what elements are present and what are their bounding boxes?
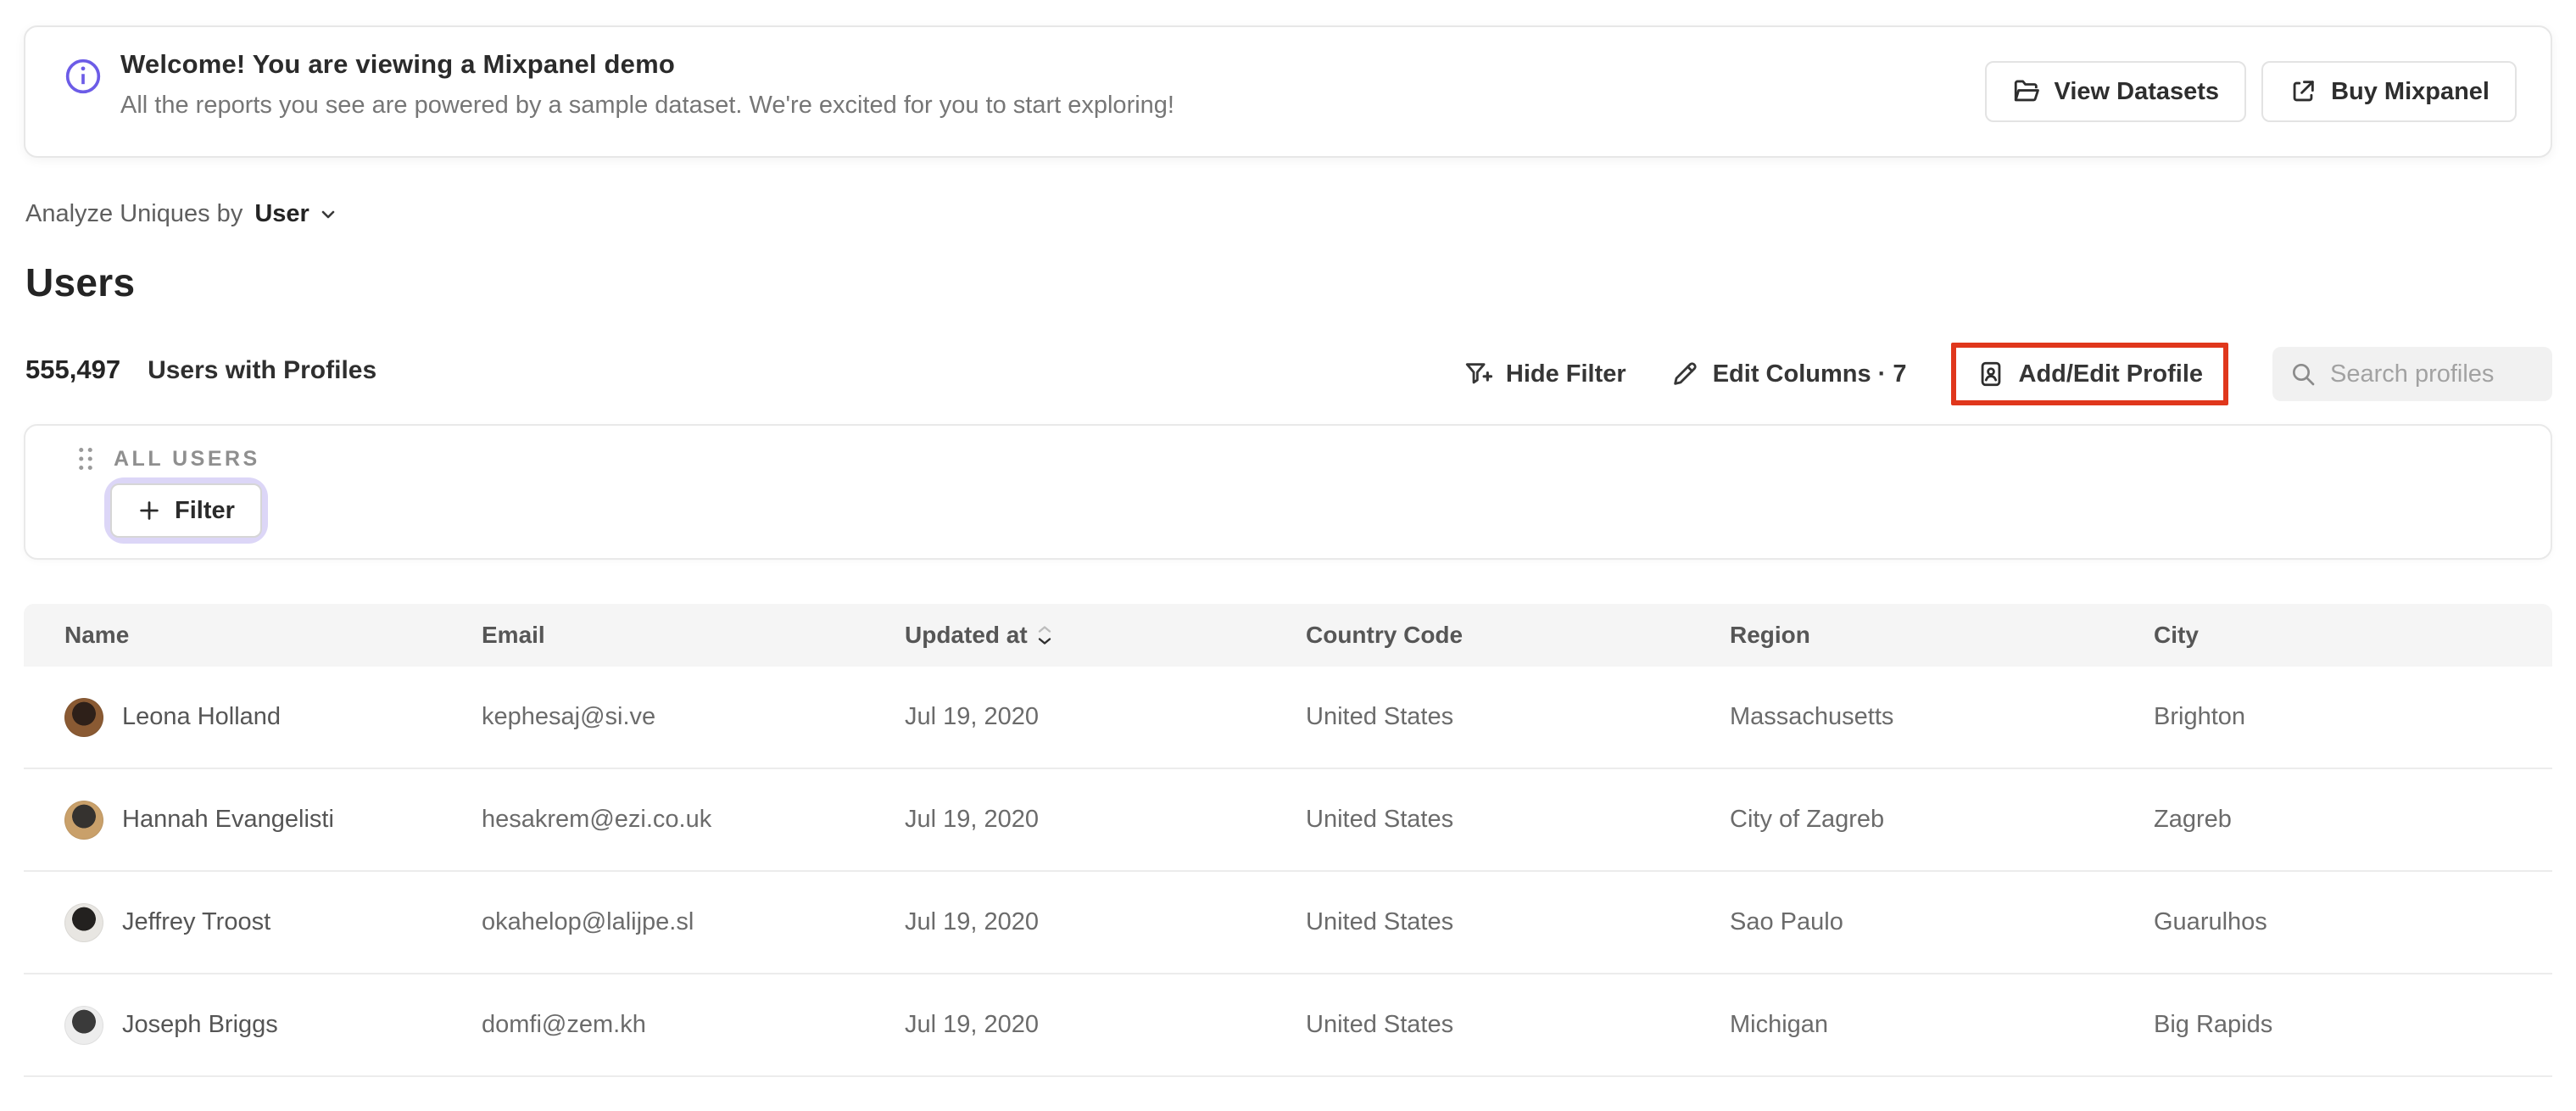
avatar (64, 902, 103, 942)
profiles-count-label: Users with Profiles (148, 356, 377, 384)
column-header-country-code[interactable]: Country Code (1306, 622, 1730, 649)
users-table: Name Email Updated at Country Code Regio… (24, 604, 2552, 1111)
add-filter-button[interactable]: Filter (110, 483, 262, 538)
page-title: Users (25, 260, 136, 304)
add-edit-profile-label: Add/Edit Profile (2018, 360, 2204, 388)
user-name: Hannah Evangelisti (122, 806, 334, 833)
buy-mixpanel-label: Buy Mixpanel (2331, 77, 2490, 105)
user-name: Jeffrey Troost (122, 908, 271, 935)
user-city: Guarulhos (2154, 908, 2267, 935)
banner-subtitle: All the reports you see are powered by a… (120, 92, 1174, 119)
table-row[interactable]: Leona Holland kephesaj@si.ve Jul 19, 202… (24, 667, 2552, 769)
pencil-icon (1673, 362, 1697, 385)
add-edit-profile-highlight: Add/Edit Profile (1950, 343, 2228, 405)
analyze-by-select[interactable]: User (254, 200, 338, 228)
filter-button-focus-ring: Filter (110, 483, 262, 538)
sort-icon (1036, 624, 1053, 646)
column-header-country-code-label: Country Code (1306, 622, 1464, 648)
hide-filter-label: Hide Filter (1505, 360, 1626, 388)
user-name: Leona Holland (122, 703, 282, 730)
user-updated-at: Jul 19, 2020 (905, 908, 1040, 935)
search-profiles-input[interactable] (2330, 360, 2535, 388)
profiles-count: 555,497 Users with Profiles (25, 355, 376, 385)
filter-panel: ALL USERS Filter (24, 424, 2552, 560)
external-link-icon (2293, 81, 2314, 102)
chevron-down-icon (321, 210, 335, 218)
user-city: Big Rapids (2154, 1011, 2273, 1038)
analyze-prefix-label: Analyze Uniques by (25, 200, 243, 227)
filter-group-label: ALL USERS (114, 446, 260, 471)
column-header-city[interactable]: City (2154, 622, 2552, 649)
column-header-name[interactable]: Name (64, 622, 482, 649)
drag-handle-icon[interactable] (76, 446, 95, 472)
buy-mixpanel-button[interactable]: Buy Mixpanel (2261, 61, 2517, 122)
analyze-by-value: User (254, 200, 309, 227)
user-region: Michigan (1730, 1011, 1829, 1038)
user-country-code: United States (1306, 806, 1454, 833)
column-header-name-label: Name (64, 622, 130, 648)
info-icon (65, 59, 101, 94)
column-header-email-label: Email (482, 622, 545, 648)
user-country-code: United States (1306, 908, 1454, 935)
search-icon (2293, 364, 2315, 386)
analyze-bar: Analyze Uniques by User (25, 200, 338, 228)
view-datasets-label: View Datasets (2054, 77, 2220, 105)
welcome-banner: Welcome! You are viewing a Mixpanel demo… (24, 25, 2552, 158)
table-header-row: Name Email Updated at Country Code Regio… (24, 604, 2552, 667)
column-header-region-label: Region (1730, 622, 1810, 648)
profile-card-icon (1981, 361, 2000, 387)
column-header-region[interactable]: Region (1730, 622, 2154, 649)
add-filter-label: Filter (175, 496, 235, 524)
user-updated-at: Jul 19, 2020 (905, 1011, 1040, 1038)
search-profiles-box[interactable] (2272, 347, 2552, 401)
table-row[interactable]: Hannah Evangelisti hesakrem@ezi.co.uk Ju… (24, 769, 2552, 872)
add-edit-profile-button[interactable]: Add/Edit Profile (1977, 360, 2204, 388)
edit-columns-label: Edit Columns · 7 (1712, 360, 1907, 388)
user-city: Zagreb (2154, 806, 2232, 833)
edit-columns-button[interactable]: Edit Columns · 7 (1670, 360, 1907, 388)
avatar (64, 697, 103, 737)
user-name: Joseph Briggs (122, 1011, 278, 1038)
table-row[interactable]: Joseph Briggs domfi@zem.kh Jul 19, 2020 … (24, 974, 2552, 1077)
avatar (64, 800, 103, 840)
user-email: domfi@zem.kh (482, 1011, 646, 1038)
user-updated-at: Jul 19, 2020 (905, 806, 1040, 833)
banner-title: Welcome! You are viewing a Mixpanel demo (120, 49, 676, 79)
table-row-partial (24, 1077, 2552, 1111)
column-header-updated-at[interactable]: Updated at (905, 622, 1306, 649)
table-toolbar: Hide Filter Edit Columns · 7 Add/Edit Pr… (1464, 341, 2552, 407)
folder-icon (2014, 80, 2039, 102)
profiles-count-value: 555,497 (25, 355, 121, 384)
user-email: kephesaj@si.ve (482, 703, 656, 730)
column-header-email[interactable]: Email (482, 622, 905, 649)
view-datasets-button[interactable]: View Datasets (1984, 61, 2247, 122)
user-country-code: United States (1306, 1011, 1454, 1038)
column-header-updated-at-label: Updated at (905, 622, 1028, 648)
hide-filter-button[interactable]: Hide Filter (1464, 360, 1626, 388)
user-email: hesakrem@ezi.co.uk (482, 806, 712, 833)
user-region: City of Zagreb (1730, 806, 1885, 833)
column-header-city-label: City (2154, 622, 2199, 648)
table-row[interactable]: Jeffrey Troost okahelop@lalijpe.sl Jul 1… (24, 872, 2552, 974)
user-country-code: United States (1306, 703, 1454, 730)
user-updated-at: Jul 19, 2020 (905, 703, 1040, 730)
avatar (64, 1005, 103, 1045)
user-region: Massachusetts (1730, 703, 1894, 730)
plus-icon (140, 501, 159, 520)
user-email: okahelop@lalijpe.sl (482, 908, 694, 935)
user-city: Brighton (2154, 703, 2246, 730)
user-region: Sao Paulo (1730, 908, 1843, 935)
funnel-plus-icon (1465, 363, 1492, 384)
